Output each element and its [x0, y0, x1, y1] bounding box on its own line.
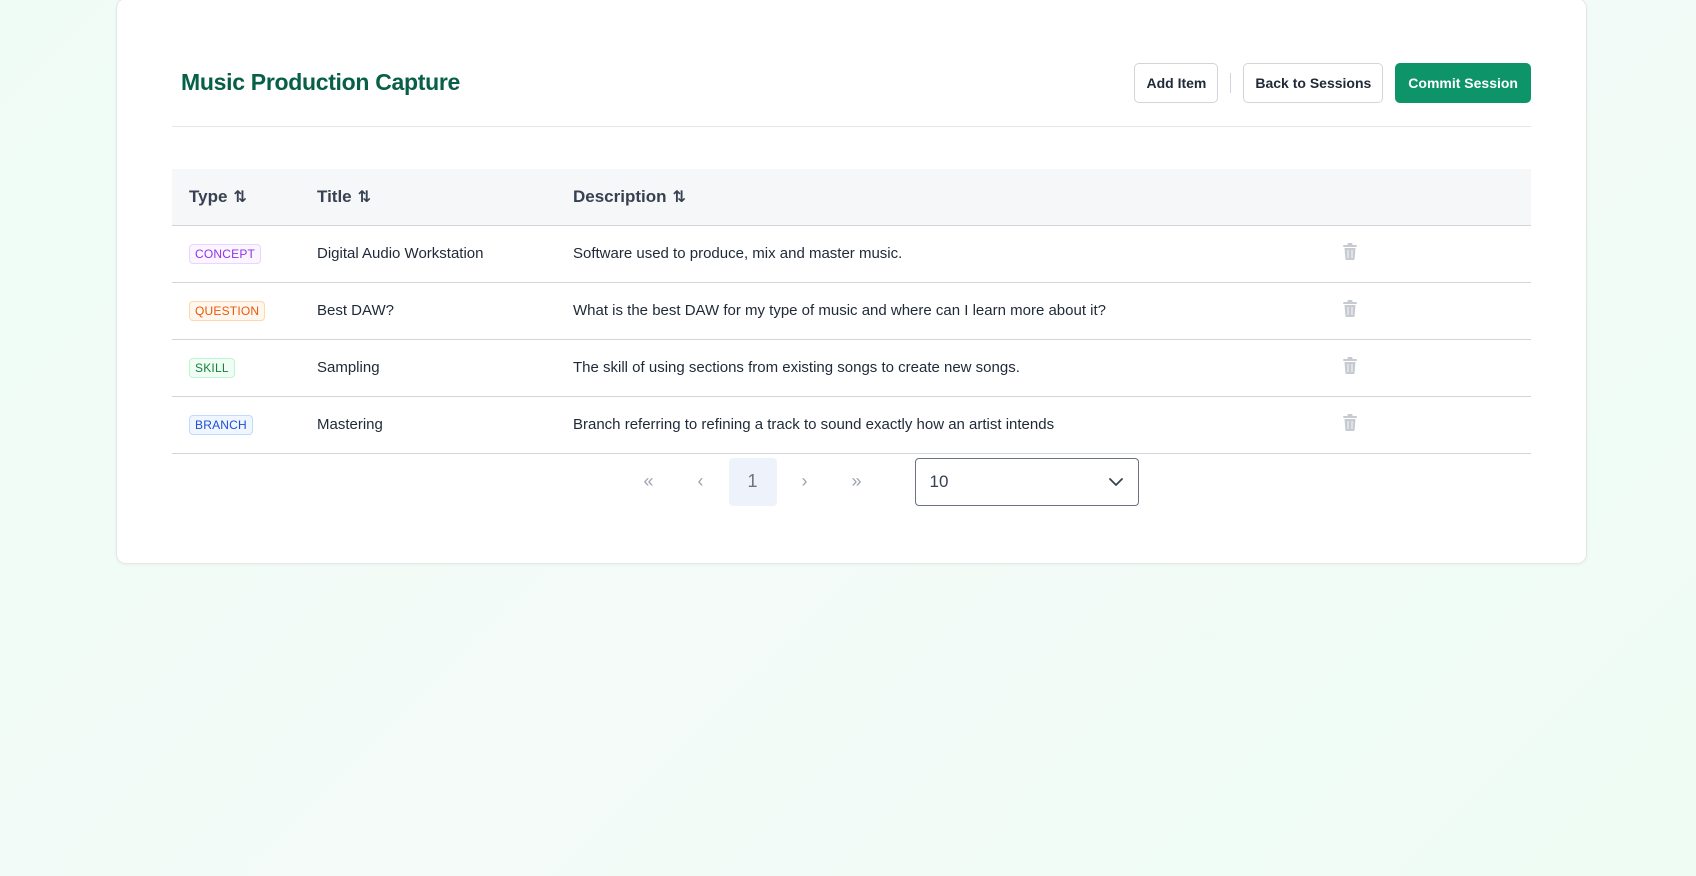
cell-description: The skill of using sections from existin…	[573, 359, 1020, 376]
prev-page-button[interactable]: ‹	[677, 458, 725, 506]
next-page-button[interactable]: ›	[781, 458, 829, 506]
type-badge: BRANCH	[189, 414, 253, 435]
type-badge: CONCEPT	[189, 243, 262, 264]
trash-icon[interactable]	[1343, 243, 1357, 260]
table-body: CONCEPT Digital Audio Workstation Software…	[172, 225, 1531, 453]
items-table-wrapper: Type ⇅ Title ⇅ Description ⇅ CONCEPT Digital…	[172, 169, 1531, 454]
cell-type: QUESTION	[172, 282, 300, 339]
trash-icon[interactable]	[1343, 357, 1357, 374]
cell-description: Software used to produce, mix and master…	[573, 245, 903, 262]
table-row[interactable]: CONCEPT Digital Audio Workstation Software…	[172, 225, 1531, 282]
last-page-button[interactable]: »	[833, 458, 881, 506]
header-actions: Add Item Back to Sessions Commit Session	[1134, 63, 1531, 103]
commit-session-button[interactable]: Commit Session	[1395, 63, 1531, 103]
items-table: Type ⇅ Title ⇅ Description ⇅ CONCEPT Digital…	[172, 169, 1531, 454]
column-header-type[interactable]: Type ⇅	[172, 169, 300, 225]
cell-actions	[1326, 396, 1531, 453]
action-divider	[1230, 73, 1232, 93]
page-button-current[interactable]: 1	[728, 457, 777, 506]
page-header: Music Production Capture Add Item Back t…	[172, 37, 1531, 127]
cell-title: Digital Audio Workstation	[317, 245, 484, 262]
cell-actions	[1326, 282, 1531, 339]
column-header-label: Title	[317, 186, 352, 206]
pagination: « ‹ 1 › » 10	[172, 453, 1531, 523]
cell-description: Branch referring to refining a track to …	[573, 416, 1055, 433]
page-size-value: 10	[929, 471, 949, 491]
cell-title: Sampling	[317, 359, 380, 376]
table-row[interactable]: QUESTION Best DAW? What is the best DAW fo…	[172, 282, 1531, 339]
first-page-button[interactable]: «	[625, 458, 673, 506]
session-card: Music Production Capture Add Item Back t…	[116, 0, 1587, 564]
table-row[interactable]: BRANCH Mastering Branch referring to refin…	[172, 396, 1531, 453]
type-badge: SKILL	[189, 357, 235, 378]
trash-icon[interactable]	[1343, 414, 1357, 431]
pagination-controls: « ‹ 1 › » 10	[625, 457, 1139, 506]
column-header-description[interactable]: Description ⇅	[556, 169, 1326, 225]
column-header-actions	[1326, 169, 1531, 225]
cell-title: Best DAW?	[317, 302, 394, 319]
sort-icon[interactable]: ⇅	[358, 189, 371, 206]
page-title: Music Production Capture	[181, 69, 461, 95]
column-header-label: Type	[189, 186, 228, 206]
cell-type: SKILL	[172, 339, 300, 396]
table-header-row: Type ⇅ Title ⇅ Description ⇅	[172, 169, 1531, 225]
page-size-select[interactable]: 10	[914, 457, 1139, 506]
type-badge: QUESTION	[189, 300, 266, 321]
cell-description: What is the best DAW for my type of musi…	[573, 302, 1107, 319]
sort-icon[interactable]: ⇅	[233, 189, 246, 206]
trash-icon[interactable]	[1343, 300, 1357, 317]
add-item-button[interactable]: Add Item	[1134, 63, 1219, 103]
back-to-sessions-button[interactable]: Back to Sessions	[1243, 63, 1384, 103]
cell-title: Mastering	[317, 416, 383, 433]
column-header-title[interactable]: Title ⇅	[300, 169, 556, 225]
cell-type: BRANCH	[172, 396, 300, 453]
sort-icon[interactable]: ⇅	[673, 189, 686, 206]
cell-type: CONCEPT	[172, 225, 300, 282]
cell-actions	[1326, 225, 1531, 282]
table-row[interactable]: SKILL Sampling The skill of using sections…	[172, 339, 1531, 396]
column-header-label: Description	[573, 186, 667, 206]
chevron-down-icon	[1108, 477, 1123, 486]
cell-actions	[1326, 339, 1531, 396]
